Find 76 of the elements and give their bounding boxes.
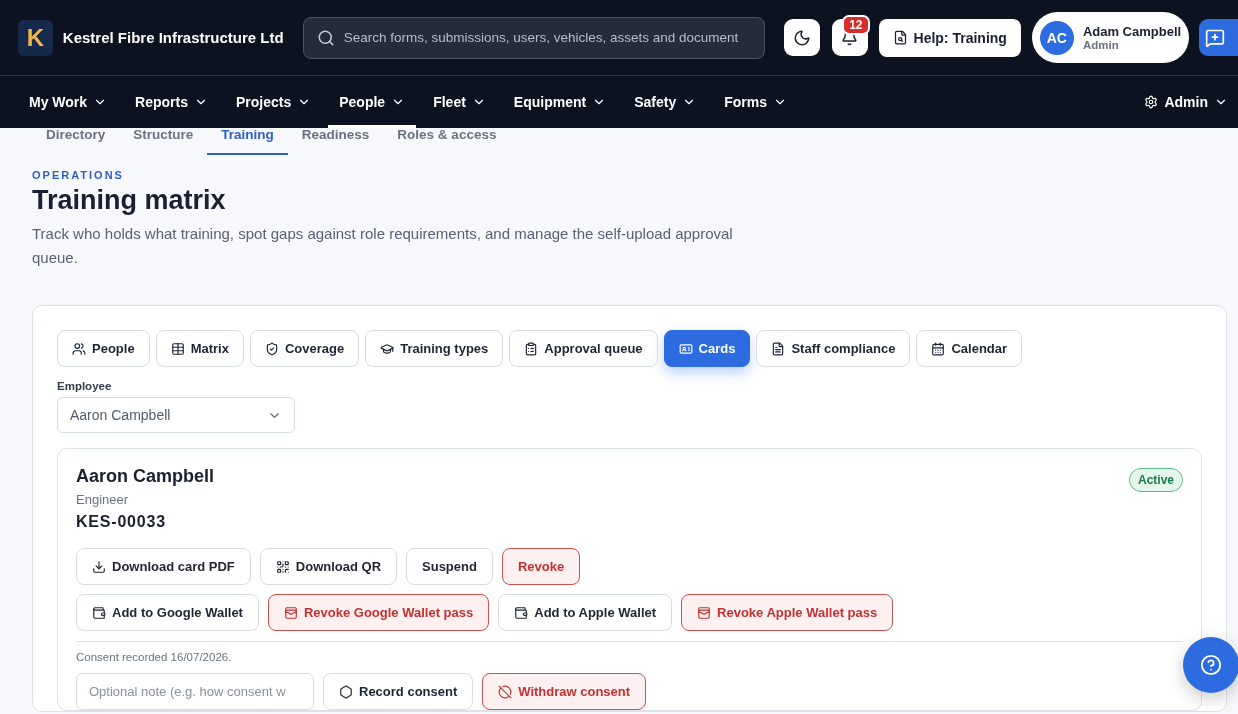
help-icon (1200, 654, 1222, 676)
feedback-button[interactable] (1199, 19, 1238, 56)
card-number: KES-00033 (76, 513, 167, 531)
clipboard-icon (524, 341, 539, 356)
action-button[interactable]: Withdraw consent (482, 673, 647, 710)
document-icon (892, 30, 908, 45)
section-eyebrow: OPERATIONS (32, 169, 125, 181)
action-button[interactable]: Add to Apple Wallet (498, 594, 673, 631)
search-field[interactable]: Search forms, submissions, users, vehicles, assets and document (302, 16, 765, 59)
view-tab[interactable]: Training types (365, 330, 504, 367)
consent-status: Consent recorded 16/07/2026. (76, 651, 233, 663)
sub-tab[interactable]: Readiness (287, 128, 384, 155)
nav-item[interactable]: People (328, 76, 417, 128)
calendar-icon (931, 341, 946, 356)
action-button[interactable]: Suspend (406, 548, 493, 585)
users-icon (72, 341, 86, 356)
action-button[interactable]: Revoke Apple Wallet pass (681, 594, 894, 631)
sub-tab[interactable]: Structure (119, 128, 208, 155)
settings-icon (1144, 95, 1159, 109)
wallet-icon (514, 605, 529, 620)
nav-item[interactable]: Safety (623, 76, 708, 128)
download-icon (92, 559, 106, 574)
action-button[interactable]: Download card PDF (76, 548, 251, 585)
view-tab[interactable]: Matrix (155, 330, 244, 367)
crossed-circle-icon (498, 684, 513, 699)
action-button[interactable]: Revoke (501, 548, 581, 585)
view-tab[interactable]: Approval queue (509, 330, 658, 367)
wallet-icon (697, 605, 712, 620)
nav-item[interactable]: Projects (225, 76, 323, 128)
message-plus-icon (1205, 27, 1226, 48)
action-button[interactable]: Revoke Google Wallet pass (267, 594, 490, 631)
view-tab[interactable]: People (57, 330, 150, 367)
employee-role: Engineer (76, 492, 130, 507)
hexagon-icon (339, 684, 353, 699)
sub-tab[interactable]: Roles & access (383, 128, 511, 155)
qr-code-icon (275, 559, 290, 574)
id-card-icon (678, 341, 693, 356)
profile-button[interactable]: AC Adam Campbell Admin (1031, 12, 1190, 63)
action-button[interactable]: Download QR (259, 548, 397, 585)
theme-toggle-button[interactable] (783, 19, 820, 56)
wallet-icon (283, 605, 298, 620)
company-name: Kestrel Fibre Infrastructure Ltd (62, 29, 284, 46)
sub-tab[interactable]: Directory (32, 128, 120, 155)
page-description: Track who holds what training, spot gaps against role requirements, and manage the self-upload approval queue. (32, 224, 734, 268)
status-badge: Active (1128, 468, 1183, 492)
action-button[interactable]: Add to Google Wallet (76, 594, 259, 631)
user-name: Adam Campbell (1082, 24, 1182, 39)
nav-item[interactable]: Equipment (502, 76, 618, 128)
view-tab[interactable]: Cards (663, 330, 751, 367)
nav-item[interactable]: My Work (18, 76, 119, 128)
user-role: Admin (1082, 39, 1120, 51)
view-tab[interactable]: Coverage (249, 330, 360, 367)
search-icon (316, 28, 335, 47)
logo: K (18, 19, 53, 56)
nav-item[interactable]: Reports (124, 76, 219, 128)
graduation-cap-icon (380, 341, 395, 356)
page-title: Training matrix (32, 185, 227, 216)
admin-menu[interactable]: Admin (1144, 94, 1228, 110)
sub-tab[interactable]: Training (207, 128, 288, 155)
action-button[interactable]: Record consent (323, 673, 474, 710)
notification-count: 12 (842, 15, 870, 35)
moon-icon (792, 28, 811, 47)
nav-item[interactable]: Fleet (422, 76, 497, 128)
view-tab[interactable]: Calendar (916, 330, 1023, 367)
view-tab[interactable]: Staff compliance (756, 330, 911, 367)
field-label: Employee (57, 380, 113, 392)
employee-name: Aaron Campbell (76, 466, 215, 487)
note-field[interactable]: Optional note (e.g. how consent w (76, 673, 314, 710)
avatar: AC (1039, 20, 1074, 55)
shield-icon (264, 341, 279, 356)
employee-select[interactable]: Aaron Campbell (57, 397, 295, 433)
help-button[interactable]: Help: Training (878, 18, 1021, 57)
nav-item[interactable]: Forms (713, 76, 798, 128)
wallet-icon (92, 605, 106, 620)
table-icon (170, 341, 185, 356)
document-icon (771, 341, 786, 356)
